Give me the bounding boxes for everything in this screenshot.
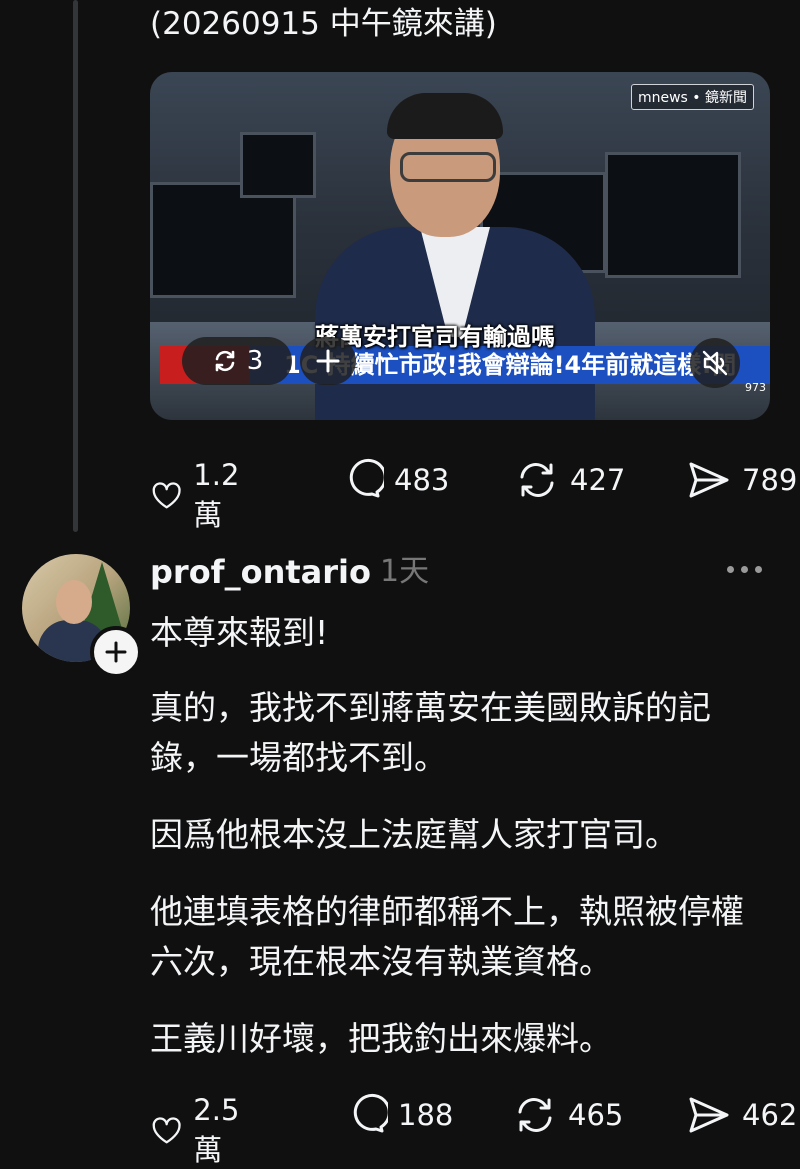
reply-comment-count: 188: [398, 1098, 454, 1132]
mute-button[interactable]: [690, 338, 740, 388]
channel-logo: mnews • 鏡新聞: [630, 84, 754, 110]
reply-comment-button[interactable]: 188: [344, 1093, 453, 1137]
repost-icon: [518, 1098, 552, 1132]
repost-icon: [215, 350, 235, 372]
reply-like-count: 2.5萬: [193, 1093, 240, 1167]
reply-share-count: 462: [742, 1098, 798, 1132]
post-like-button[interactable]: 1.2萬: [150, 458, 250, 534]
reply-username[interactable]: prof_ontario: [150, 548, 371, 596]
reply-share-button[interactable]: 462: [686, 1093, 797, 1137]
follow-button[interactable]: [90, 626, 142, 678]
video-add-button[interactable]: [300, 337, 356, 385]
reply-timestamp: 1天: [380, 554, 430, 589]
post-like-count: 1.2萬: [193, 458, 240, 532]
thread-line: [73, 0, 78, 532]
video-repost-count: 3: [246, 346, 264, 376]
reply-repost-count: 465: [568, 1098, 624, 1132]
reply-paragraph: 他連填表格的律師都稱不上，執照被停權六次，現在根本沒有執業資格。: [150, 892, 744, 981]
send-icon: [689, 462, 729, 498]
plus-icon: [105, 641, 127, 663]
background-monitor: [240, 132, 316, 198]
reply-paragraph: 真的，我找不到蔣萬安在美國敗訴的記錄，一場都找不到。: [150, 688, 711, 777]
video-player[interactable]: mnews • 鏡新聞 1C 持續忙市政!我會辯論!4年前就這樣!問 蔣萬安打官…: [150, 72, 770, 420]
heart-icon: [152, 1117, 181, 1144]
background-monitor: [150, 182, 296, 298]
post-comment-count: 483: [394, 463, 450, 497]
heart-icon: [152, 482, 181, 509]
ticker-number: 973: [745, 381, 766, 394]
speaker-muted-icon: [702, 350, 728, 376]
post-caption: (20260915 中午鏡來講): [150, 6, 497, 42]
reply-like-button[interactable]: 2.5萬: [150, 1093, 250, 1169]
post-share-count: 789: [742, 463, 798, 497]
reply-repost-button[interactable]: 465: [512, 1093, 623, 1137]
send-icon: [689, 1097, 729, 1133]
reply-paragraph: 本尊來報到!: [150, 613, 329, 652]
repost-icon: [520, 463, 554, 497]
post-repost-button[interactable]: 427: [514, 458, 625, 502]
reply-paragraph: 王義川好壞，把我釣出來爆料。: [150, 1019, 612, 1058]
post-repost-count: 427: [570, 463, 626, 497]
video-repost-button[interactable]: 3: [182, 337, 292, 385]
post-share-button[interactable]: 789: [686, 458, 797, 502]
post-comment-button[interactable]: 483: [340, 458, 449, 502]
reply-paragraph: 因爲他根本沒上法庭幫人家打官司。: [150, 815, 678, 854]
background-monitor: [605, 152, 741, 278]
comment-icon: [349, 458, 384, 498]
more-options-icon[interactable]: [727, 566, 762, 573]
plus-icon: [316, 349, 340, 373]
comment-icon: [353, 1093, 388, 1133]
